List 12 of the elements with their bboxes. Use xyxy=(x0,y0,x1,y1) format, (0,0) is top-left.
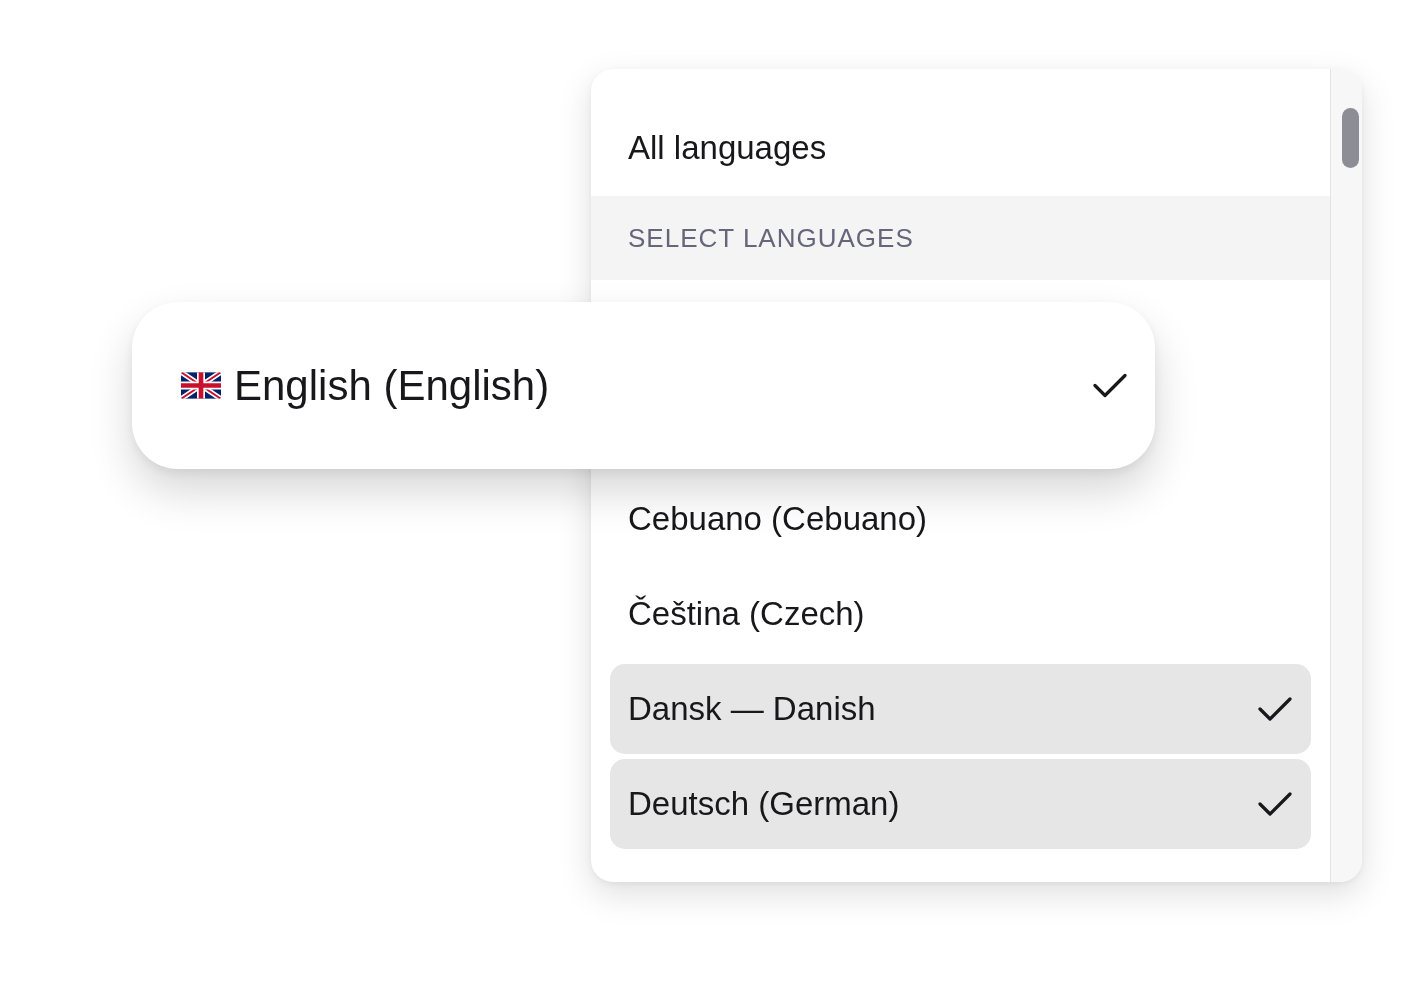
checkmark-icon xyxy=(1093,373,1127,398)
scrollbar-thumb[interactable] xyxy=(1342,108,1359,168)
language-option[interactable]: All languages xyxy=(591,99,1330,196)
language-option[interactable]: English (English) xyxy=(132,302,1155,469)
language-option[interactable]: Deutsch (German) xyxy=(610,759,1311,849)
checkmark-icon xyxy=(1258,792,1292,816)
section-header: SELECT LANGUAGES xyxy=(591,196,1330,280)
language-option[interactable]: Cebuano (Cebuano) xyxy=(610,474,1311,564)
language-option[interactable]: Dansk — Danish xyxy=(610,664,1311,754)
language-option[interactable]: Čeština (Czech) xyxy=(610,569,1311,659)
flag-icon xyxy=(181,372,221,399)
checkmark-icon xyxy=(1258,697,1292,721)
